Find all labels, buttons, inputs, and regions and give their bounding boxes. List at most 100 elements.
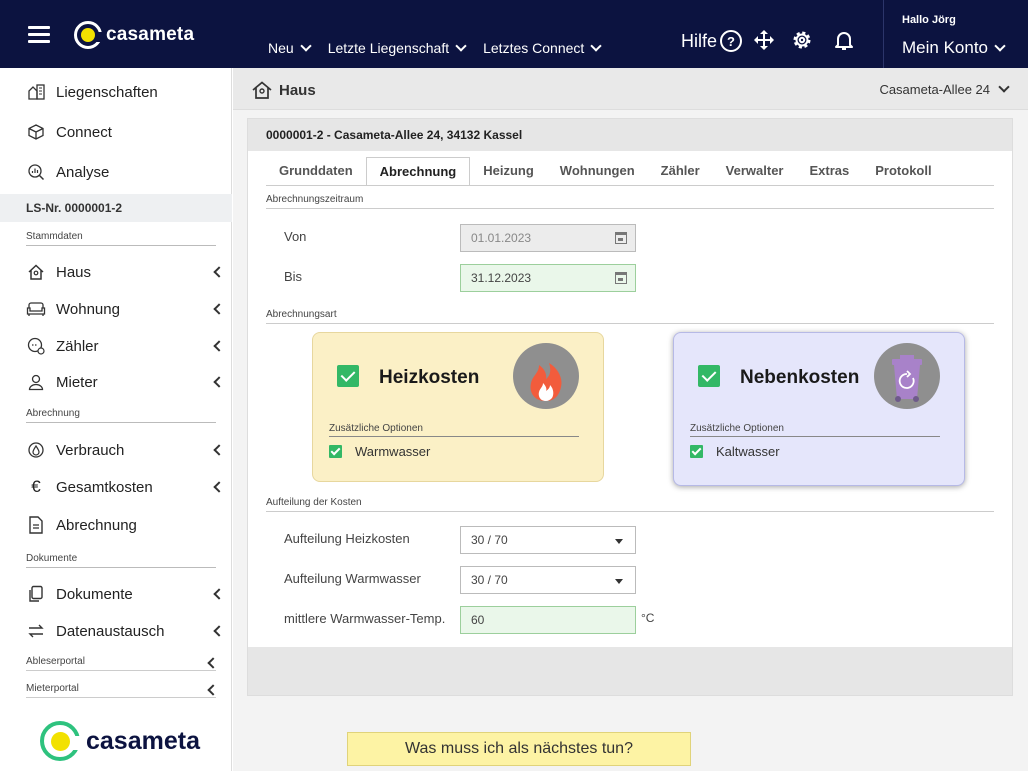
bell-icon[interactable] <box>832 28 856 52</box>
euro-icon: € <box>31 477 41 496</box>
trash-bin-icon <box>874 343 940 409</box>
kaltwasser-checkbox[interactable] <box>690 445 703 458</box>
tab-wohnungen[interactable]: Wohnungen <box>547 157 648 186</box>
tab-heizung[interactable]: Heizung <box>470 157 547 186</box>
gear-icon[interactable] <box>790 28 814 52</box>
tab-zaehler[interactable]: Zähler <box>648 157 713 186</box>
dropdown-arrow-icon <box>615 579 623 584</box>
sidebar-item-haus[interactable]: Haus <box>26 262 91 282</box>
account-menu[interactable]: Hallo Jörg Mein Konto <box>883 0 1028 68</box>
aufteilung-heizkosten-label: Aufteilung Heizkosten <box>284 531 410 546</box>
tab-protokoll[interactable]: Protokoll <box>862 157 944 186</box>
heizkosten-title: Heizkosten <box>379 367 480 388</box>
top-navigation: Neu Letzte Liegenschaft Letztes Connect <box>268 39 618 56</box>
sidebar-item-gesamtkosten[interactable]: € Gesamtkosten <box>26 477 152 497</box>
help-button[interactable]: Hilfe ? <box>681 30 743 52</box>
tab-verwalter[interactable]: Verwalter <box>713 157 797 186</box>
nav-letztes-connect[interactable]: Letztes Connect <box>483 39 602 56</box>
meter-icon <box>26 336 46 356</box>
next-step-button[interactable]: Was muss ich als nächstes tun? <box>347 732 691 766</box>
sidebar-item-abrechnung[interactable]: Abrechnung <box>26 515 137 535</box>
menu-icon[interactable] <box>28 26 50 43</box>
kaltwasser-label: Kaltwasser <box>716 444 780 459</box>
nebenkosten-title: Nebenkosten <box>740 367 860 388</box>
sidebar: Liegenschaften Connect Analyse LS-Nr. 00… <box>0 68 232 771</box>
page-header: Haus Casameta-Allee 24 <box>233 68 1028 110</box>
tab-bar: Grunddaten Abrechnung Heizung Wohnungen … <box>266 157 945 186</box>
section-ableserportal[interactable]: Ableserportal <box>26 656 216 671</box>
calendar-icon <box>615 232 627 244</box>
warmwasser-temp-input[interactable]: 60 <box>460 606 636 634</box>
nav-letzte-liegenschaft[interactable]: Letzte Liegenschaft <box>328 39 467 56</box>
chevron-left-icon[interactable] <box>213 266 225 278</box>
main-content: Haus Casameta-Allee 24 0000001-2 - Casam… <box>233 68 1028 771</box>
sidebar-item-liegenschaften[interactable]: Liegenschaften <box>26 82 158 102</box>
analysis-icon <box>26 162 46 182</box>
aufteilung-warmwasser-select[interactable]: 30 / 70 <box>460 566 636 594</box>
exchange-icon <box>26 621 46 641</box>
section-stammdaten: Stammdaten <box>26 231 216 246</box>
casameta-logo[interactable]: casameta <box>74 21 194 49</box>
nebenkosten-checkbox[interactable] <box>698 365 720 387</box>
sidebar-item-datenaustausch[interactable]: Datenaustausch <box>26 621 164 641</box>
chevron-left-icon[interactable] <box>213 376 225 388</box>
chevron-left-icon[interactable] <box>213 625 225 637</box>
nav-neu[interactable]: Neu <box>268 39 312 56</box>
address-selector[interactable]: Casameta-Allee 24 <box>879 81 1010 97</box>
ls-number: LS-Nr. 0000001-2 <box>0 194 232 222</box>
tab-extras[interactable]: Extras <box>797 157 863 186</box>
aufteilung-warmwasser-label: Aufteilung Warmwasser <box>284 571 421 586</box>
heizkosten-card[interactable]: Heizkosten Zusätzliche Optionen Warmwass… <box>312 332 604 482</box>
greeting: Hallo Jörg <box>902 14 956 26</box>
chevron-down-icon <box>994 39 1006 52</box>
document-icon <box>26 515 46 535</box>
heizkosten-options-label: Zusätzliche Optionen <box>329 423 579 437</box>
page-title: Haus <box>251 80 316 100</box>
bis-date-field[interactable]: 31.12.2023 <box>460 264 636 292</box>
sidebar-item-verbrauch[interactable]: Verbrauch <box>26 440 124 460</box>
heizkosten-checkbox[interactable] <box>337 365 359 387</box>
nebenkosten-card[interactable]: Nebenkosten Zusätzliche Optionen Kaltwas… <box>673 332 965 486</box>
top-bar: casameta Neu Letzte Liegenschaft Letztes… <box>0 0 1028 68</box>
warmwasser-temp-label: mittlere Warmwasser-Temp. <box>284 611 446 626</box>
sofa-icon <box>26 299 46 319</box>
warmwasser-label: Warmwasser <box>355 444 431 459</box>
tab-grunddaten[interactable]: Grunddaten <box>266 157 366 186</box>
cube-icon <box>26 122 46 142</box>
calendar-icon[interactable] <box>615 272 627 284</box>
sidebar-item-analyse[interactable]: Analyse <box>26 162 109 182</box>
chevron-left-icon[interactable] <box>213 588 225 600</box>
warmwasser-checkbox[interactable] <box>329 445 342 458</box>
aufteilung-heizkosten-select[interactable]: 30 / 70 <box>460 526 636 554</box>
copy-icon <box>26 584 46 604</box>
section-mieterportal[interactable]: Mieterportal <box>26 683 216 698</box>
sidebar-item-zaehler[interactable]: Zähler <box>26 336 99 356</box>
chevron-left-icon[interactable] <box>213 444 225 456</box>
flame-icon <box>513 343 579 409</box>
chevron-left-icon[interactable] <box>213 481 225 493</box>
question-icon: ? <box>720 30 743 52</box>
temp-unit: °C <box>641 611 655 625</box>
drop-icon <box>26 440 46 460</box>
bis-label: Bis <box>284 269 303 284</box>
chevron-left-icon[interactable] <box>213 303 225 315</box>
building-icon <box>26 82 46 102</box>
house-card: 0000001-2 - Casameta-Allee 24, 34132 Kas… <box>247 118 1013 696</box>
person-icon <box>26 372 46 392</box>
house-icon <box>252 81 272 99</box>
sidebar-item-mieter[interactable]: Mieter <box>26 372 98 392</box>
chevron-left-icon[interactable] <box>213 340 225 352</box>
chevron-down-icon <box>455 39 467 52</box>
sidebar-item-dokumente[interactable]: Dokumente <box>26 584 133 604</box>
nebenkosten-options-label: Zusätzliche Optionen <box>690 423 940 437</box>
sidebar-item-connect[interactable]: Connect <box>26 122 112 142</box>
sidebar-item-wohnung[interactable]: Wohnung <box>26 299 120 319</box>
tab-divider <box>266 185 994 186</box>
section-abrechnung: Abrechnung <box>26 408 216 423</box>
tab-abrechnung[interactable]: Abrechnung <box>365 157 471 186</box>
section-dokumente: Dokumente <box>26 553 216 568</box>
house-icon <box>26 262 46 282</box>
casameta-logo-bottom: casameta <box>40 721 200 761</box>
chevron-down-icon <box>998 81 1010 93</box>
move-icon[interactable] <box>752 28 776 52</box>
